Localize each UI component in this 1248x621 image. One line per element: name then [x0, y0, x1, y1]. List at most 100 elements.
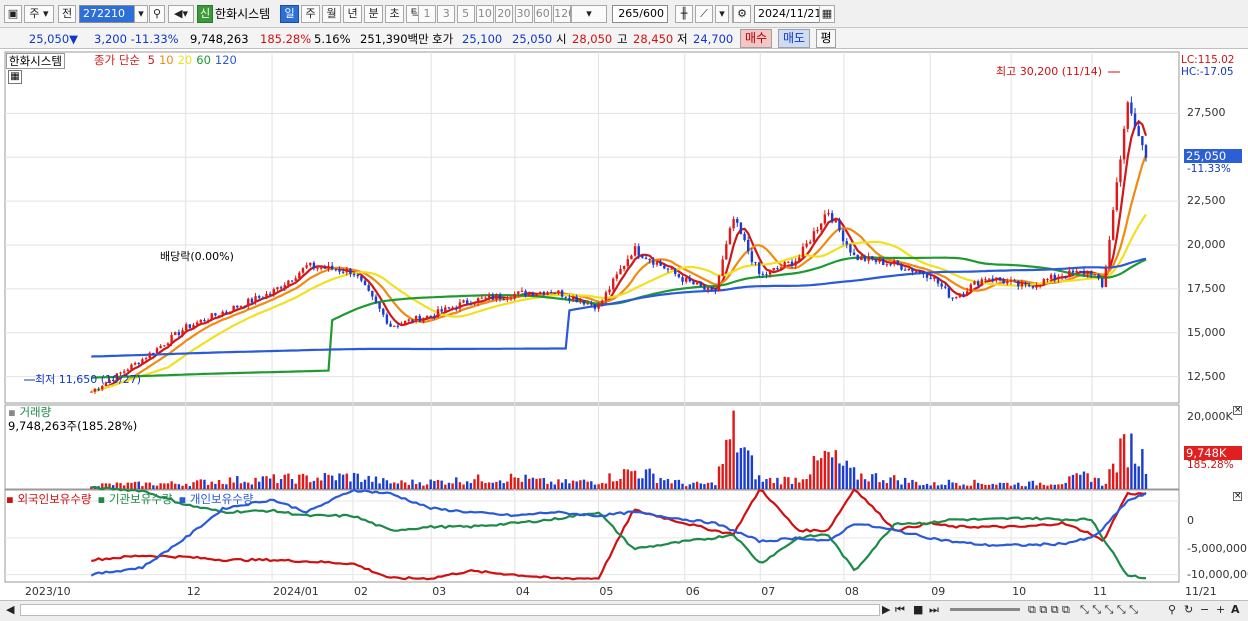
- candle-body: [882, 258, 885, 265]
- minute-button-1[interactable]: 3: [437, 5, 456, 23]
- layout-icons[interactable]: ⧉ ⧉ ⧉ ⧉: [1028, 603, 1070, 617]
- candle-body: [863, 256, 867, 261]
- minute-button-6[interactable]: 60: [533, 5, 552, 23]
- candle-body: [790, 261, 794, 266]
- candle-body: [192, 324, 195, 328]
- sell-button[interactable]: 매도: [778, 29, 810, 48]
- volume-bar: [330, 475, 334, 489]
- minute-button-5[interactable]: 30: [514, 5, 533, 23]
- zoom-out-icon[interactable]: −: [1200, 603, 1209, 616]
- volume-bar: [276, 483, 279, 489]
- candle-body: [619, 268, 622, 275]
- minute-custom-select[interactable]: ▾: [571, 5, 607, 23]
- gear-icon[interactable]: ⚙: [733, 5, 751, 23]
- minute-button-0[interactable]: 1: [418, 5, 436, 23]
- candle-body: [1086, 271, 1089, 275]
- ma-line-10: [90, 154, 1148, 393]
- code-dropdown-icon[interactable]: ▾: [134, 5, 148, 23]
- price-panel-tag[interactable]: 한화시스템: [6, 53, 65, 69]
- stock-code-input[interactable]: 272210: [79, 5, 137, 23]
- fast-forward-icon[interactable]: ⏭: [929, 603, 939, 617]
- candle-body: [1020, 282, 1024, 287]
- period-unit-select[interactable]: 주 ▾: [24, 5, 54, 23]
- date-input[interactable]: 2024/11/21: [754, 5, 821, 23]
- price-change: 3,200 -11.33%: [94, 31, 179, 47]
- volume-bar: [225, 484, 228, 489]
- speaker-icon[interactable]: ◀▾: [168, 5, 194, 23]
- current-price: 25,050▼: [22, 31, 78, 47]
- holding-close-icon[interactable]: ×: [1233, 492, 1242, 501]
- count-input[interactable]: 265/600: [612, 5, 668, 23]
- minute-button-7[interactable]: 120: [553, 5, 575, 23]
- ma-period-0: 5: [147, 53, 155, 67]
- analysis-icons[interactable]: ⤡ ⤡ ⤡ ⤡ ⤡: [1080, 603, 1138, 617]
- interval-button-5[interactable]: 초: [385, 5, 404, 23]
- interval-button-0[interactable]: 일: [280, 5, 299, 23]
- reset-icon[interactable]: ↻: [1184, 603, 1193, 616]
- change-pct: -11.33%: [130, 32, 179, 46]
- volume-bar: [860, 473, 863, 489]
- volume-bar: [130, 482, 133, 489]
- volume-bar: [506, 481, 509, 489]
- volume-bar: [403, 482, 407, 489]
- volume-bar: [232, 482, 235, 489]
- holding-legend-0: ▪ 외국인보유수량: [6, 492, 92, 506]
- calendar-icon[interactable]: ▦: [819, 5, 835, 23]
- interval-button-2[interactable]: 월: [322, 5, 341, 23]
- scrollbar-track[interactable]: [20, 604, 880, 616]
- holding-y-tick-0: 0: [1187, 514, 1194, 527]
- zoom-slider[interactable]: [950, 608, 1020, 611]
- volume-bar: [538, 478, 542, 489]
- avg-button[interactable]: 평: [816, 29, 836, 48]
- draw-tool-icon[interactable]: ⟋: [695, 5, 713, 23]
- rewind-icon[interactable]: ⏮: [895, 603, 905, 617]
- volume-bar: [520, 481, 524, 489]
- volume-bar: [809, 474, 812, 489]
- candle-body: [1079, 270, 1082, 272]
- candle-body: [991, 278, 994, 281]
- volume-bar: [936, 485, 940, 489]
- minute-button-2[interactable]: 5: [456, 5, 475, 23]
- volume-bar: [1028, 481, 1031, 489]
- buy-button[interactable]: 매수: [740, 29, 772, 48]
- scroll-left-icon[interactable]: ◀: [6, 603, 14, 616]
- font-size-icon[interactable]: A: [1231, 603, 1240, 616]
- prev-button[interactable]: 전: [58, 5, 76, 23]
- volume-bar: [301, 473, 305, 489]
- candle-body: [330, 265, 334, 270]
- candle-body: [130, 364, 133, 370]
- interval-button-3[interactable]: 년: [343, 5, 362, 23]
- zoom-in-icon[interactable]: +: [1216, 603, 1225, 616]
- volume-bar: [447, 482, 451, 489]
- stop-icon[interactable]: ■: [913, 603, 923, 616]
- volume-bar: [787, 477, 790, 489]
- volume-bar: [579, 480, 582, 489]
- volume-bar: [144, 482, 148, 489]
- candle-body: [455, 307, 458, 309]
- minute-button-4[interactable]: 20: [495, 5, 514, 23]
- current-price-tag: 25,050: [1184, 149, 1242, 163]
- minute-button-3[interactable]: 10: [475, 5, 494, 23]
- candle-icon[interactable]: ╫: [675, 5, 693, 23]
- scroll-right-icon[interactable]: ▶: [882, 603, 890, 616]
- candle-body: [1097, 274, 1100, 279]
- search-icon[interactable]: ⚲: [149, 5, 165, 23]
- candle-body: [568, 297, 571, 301]
- candle-body: [776, 268, 779, 270]
- volume-bar: [681, 483, 684, 489]
- search-zoom-icon[interactable]: ⚲: [1168, 603, 1176, 616]
- candle-body: [312, 262, 316, 269]
- window-icon[interactable]: ▣: [4, 5, 22, 23]
- candle-body: [287, 280, 290, 286]
- table-view-icon[interactable]: ▦: [8, 70, 22, 84]
- volume-close-icon[interactable]: ×: [1233, 406, 1242, 415]
- candle-body: [509, 298, 513, 300]
- interval-button-4[interactable]: 분: [364, 5, 383, 23]
- volume-bar: [699, 483, 702, 489]
- volume-bar: [962, 484, 965, 489]
- candle-body: [757, 262, 761, 274]
- holding-y-tick-2: -10,000,000: [1187, 568, 1248, 581]
- candle-body: [987, 278, 991, 280]
- chart-area[interactable]: [0, 50, 1248, 600]
- interval-button-1[interactable]: 주: [301, 5, 320, 23]
